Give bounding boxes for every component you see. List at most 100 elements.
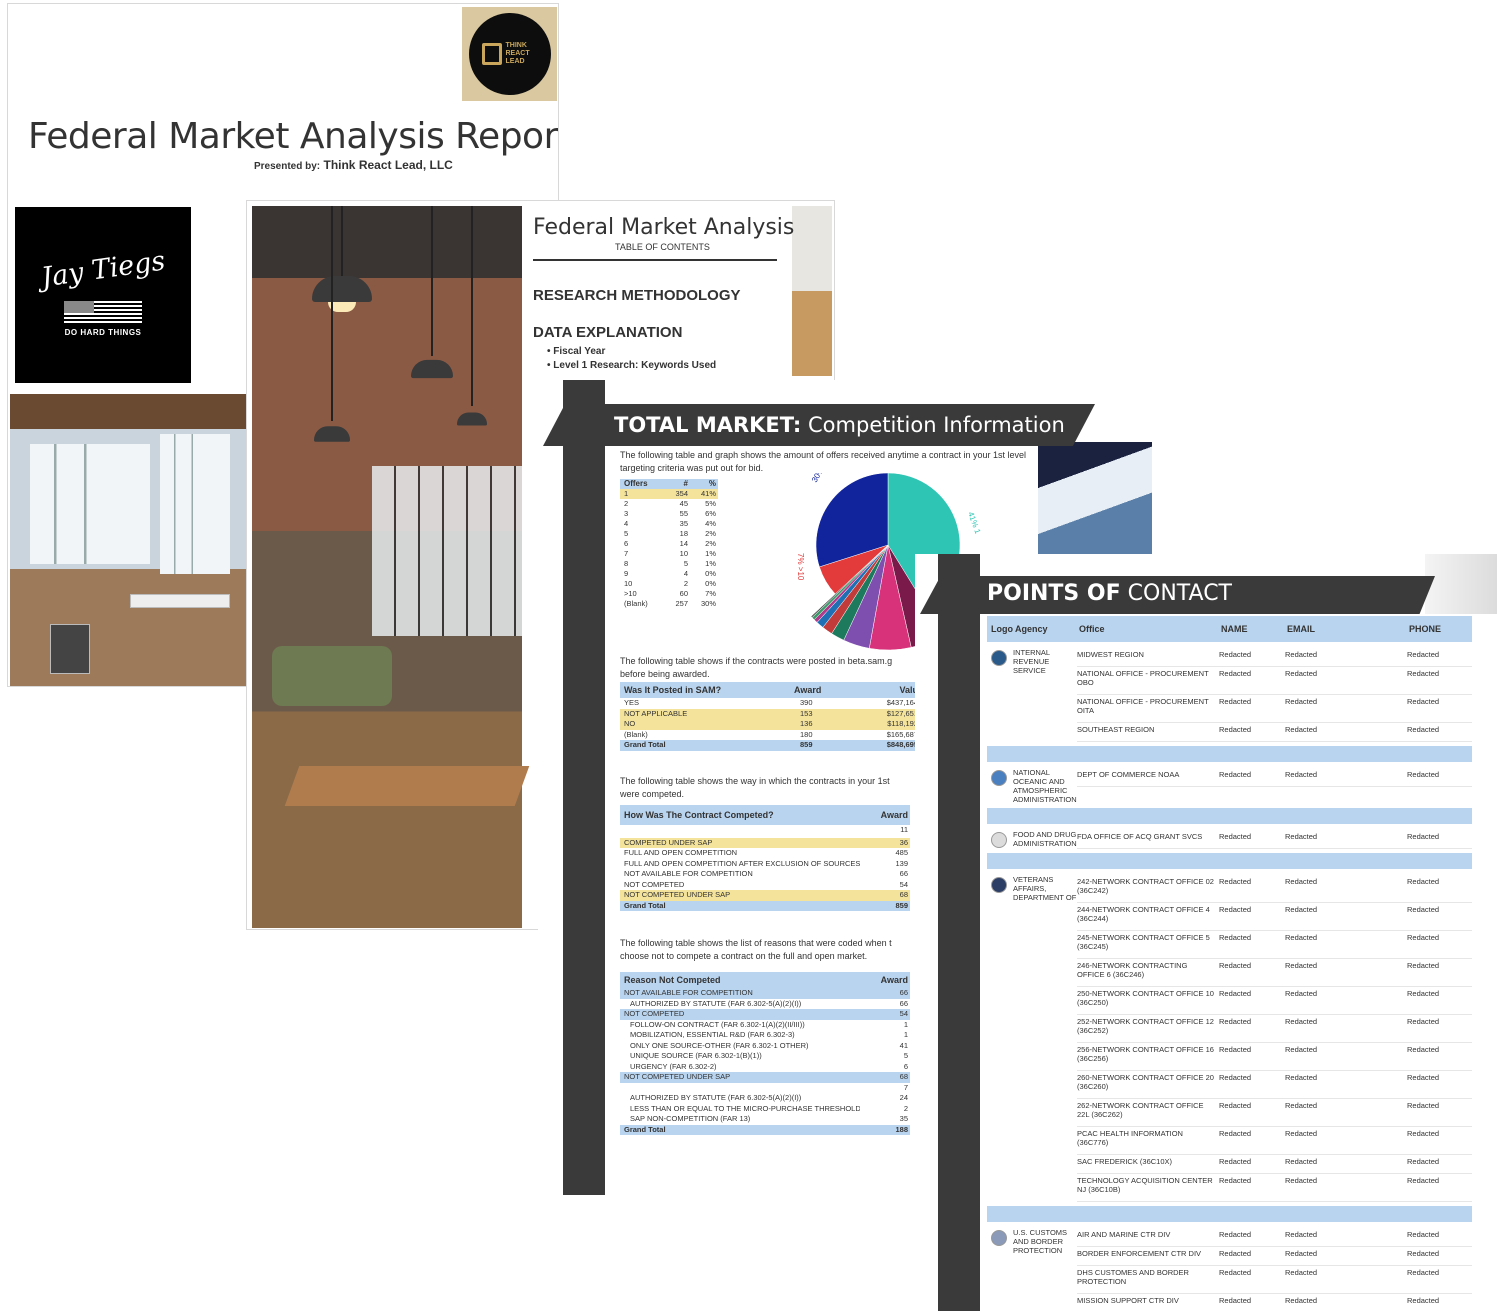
table-row: 1 354 41% (620, 489, 718, 499)
table-cell: NOT COMPETED (624, 1009, 685, 1018)
table-cell: AUTHORIZED BY STATUTE (FAR 6.302-5(A)(2)… (630, 998, 802, 1008)
table-row: 252-NETWORK CONTRACT OFFICE 12 (36C252) R… (1077, 1015, 1472, 1043)
table-row: LESS THAN OR EQUAL TO THE MICRO-PURCHASE… (620, 1104, 910, 1115)
posted-intro: The following table shows if the contrac… (620, 656, 893, 679)
table-cell: (Blank) (624, 599, 648, 608)
table-row: 6 14 2% (620, 539, 718, 549)
table-row: 7 (620, 1083, 910, 1094)
agency-seal-icon (991, 1230, 1007, 1246)
table-header: How Was The Contract Competed? Award (620, 805, 910, 825)
contact-name: Redacted (1219, 1296, 1252, 1305)
table-cell: 1 (903, 1019, 908, 1029)
contact-phone: Redacted (1407, 1073, 1440, 1082)
table-row: 262-NETWORK CONTRACT OFFICE 22L (36C262)… (1077, 1099, 1472, 1127)
contact-email: Redacted (1285, 832, 1318, 841)
table-row: >10 60 7% (620, 589, 718, 599)
table-cell: 68 (899, 890, 908, 899)
agency-block: FOOD AND DRUG ADMINISTRATION FDA OFFICE O… (987, 824, 1472, 849)
table-cell: 45 (679, 499, 688, 508)
table-cell: UNIQUE SOURCE (FAR 6.302-1(B)(1)) (630, 1051, 762, 1060)
table-cell: FULL AND OPEN COMPETITION (624, 848, 738, 857)
contact-name: Redacted (1219, 832, 1252, 841)
contact-name: Redacted (1219, 697, 1252, 706)
table-cell: 10 (624, 579, 633, 588)
contact-name: Redacted (1219, 1157, 1252, 1166)
table-cell: 139 (895, 858, 908, 868)
office-name: 242-NETWORK CONTRACT OFFICE 02 (36C242) (1077, 877, 1214, 895)
table-cell (620, 825, 860, 836)
contact-email: Redacted (1285, 1073, 1318, 1082)
table-row: FDA OFFICE OF ACQ GRANT SVCS Redacted Reda… (1077, 830, 1472, 849)
contact-phone: Redacted (1407, 1230, 1440, 1239)
table-cell: 54 (899, 879, 908, 889)
table-cell: 18 (679, 529, 688, 538)
contacts-table: Logo Agency Office NAME EMAIL PHONE INTE… (987, 616, 1472, 1311)
office-name: 262-NETWORK CONTRACT OFFICE 22L (36C262) (1077, 1101, 1204, 1119)
office-list: FDA OFFICE OF ACQ GRANT SVCS Redacted Reda… (1077, 830, 1472, 849)
contact-email: Redacted (1285, 905, 1318, 914)
offers-table: Offers #% 1 354 41% 2 45 5% 3 55 6% 4 35 4% 5 18 2% 6 14 2… (620, 479, 718, 609)
table-cell: 257 (675, 599, 688, 608)
contact-email: Redacted (1285, 1230, 1318, 1239)
contact-phone: Redacted (1407, 961, 1440, 970)
contact-name: Redacted (1219, 1045, 1252, 1054)
contact-name: Redacted (1219, 1249, 1252, 1258)
table-cell: 0% (705, 579, 716, 588)
contact-email: Redacted (1285, 1249, 1318, 1258)
contact-phone: Redacted (1407, 1268, 1440, 1277)
table-header: Was It Posted in SAM? Award Valu (620, 682, 920, 698)
table-cell: 4 (683, 569, 688, 578)
toc-section-data: DATA EXPLANATION (533, 324, 683, 341)
contact-name: Redacted (1219, 650, 1252, 659)
toc-bullet: • Level 1 Research: Keywords Used (547, 360, 717, 371)
table-cell: 390 (800, 698, 813, 707)
table-header: Logo Agency Office NAME EMAIL PHONE (987, 616, 1472, 642)
table-row: URGENCY (FAR 6.302-2) 6 (620, 1062, 910, 1073)
table-cell: 6 (903, 1061, 908, 1071)
table-cell: SAP NON-COMPETITION (FAR 13) (630, 1114, 751, 1123)
separator-row (987, 853, 1472, 869)
table-row: DEPT OF COMMERCE NOAA Redacted Redacted Red… (1077, 768, 1472, 787)
table-cell: 7 (624, 549, 629, 558)
contact-email: Redacted (1285, 1017, 1318, 1026)
office-name: AIR AND MARINE CTR DIV (1077, 1230, 1171, 1239)
office-name: 252-NETWORK CONTRACT OFFICE 12 (36C252) (1077, 1017, 1214, 1035)
table-cell (620, 1083, 860, 1094)
offers-intro: The following table and graph shows the … (620, 450, 1027, 473)
table-row: 250-NETWORK CONTRACT OFFICE 10 (36C250) R… (1077, 987, 1472, 1015)
table-cell: 1% (705, 559, 716, 568)
office-name: PCAC HEALTH INFORMATION (36C776) (1077, 1129, 1183, 1147)
separator-row (987, 1206, 1472, 1222)
table-row: NOT COMPETED 54 (620, 1009, 910, 1020)
table-cell: 1 (624, 489, 629, 498)
agency-name: INTERNAL REVENUE SERVICE (1013, 648, 1050, 675)
contact-phone: Redacted (1407, 1249, 1440, 1258)
table-cell: 7% (705, 589, 716, 598)
table-cell: (Blank) (624, 729, 648, 739)
table-cell: 859 (800, 740, 813, 749)
table-cell: 10 (679, 549, 688, 558)
contact-email: Redacted (1285, 1101, 1318, 1110)
reason-table: Reason Not Competed Award NOT AVAILABLE F… (620, 972, 910, 1135)
table-row: 11 (620, 825, 910, 836)
agency-seal-icon (991, 650, 1007, 666)
contact-phone: Redacted (1407, 1157, 1440, 1166)
table-cell: COMPETED UNDER SAP (624, 837, 713, 847)
banner-title: TOTAL MARKET: Competition Information (614, 413, 1065, 437)
contact-phone: Redacted (1407, 1045, 1440, 1054)
office-name: 256-NETWORK CONTRACT OFFICE 16 (36C256) (1077, 1045, 1214, 1063)
contact-name: Redacted (1219, 933, 1252, 942)
table-cell: 2% (705, 539, 716, 548)
table-row: FULL AND OPEN COMPETITION AFTER EXCLUSIO… (620, 859, 910, 870)
table-row: NO 136 $118,192 (620, 719, 920, 730)
table-row: AIR AND MARINE CTR DIV Redacted Redacted Re… (1077, 1228, 1472, 1247)
toc-title: Federal Market Analysis (533, 215, 795, 240)
logo-mark-icon (481, 43, 502, 65)
table-cell: 7 (903, 1082, 908, 1092)
table-cell: 5 (624, 529, 629, 538)
contact-name: Redacted (1219, 877, 1252, 886)
contact-email: Redacted (1285, 1176, 1318, 1185)
table-cell: 5 (903, 1051, 908, 1060)
office-list: MIDWEST REGION Redacted Redacted Redacted NA… (1077, 648, 1472, 742)
contact-phone: Redacted (1407, 770, 1440, 779)
